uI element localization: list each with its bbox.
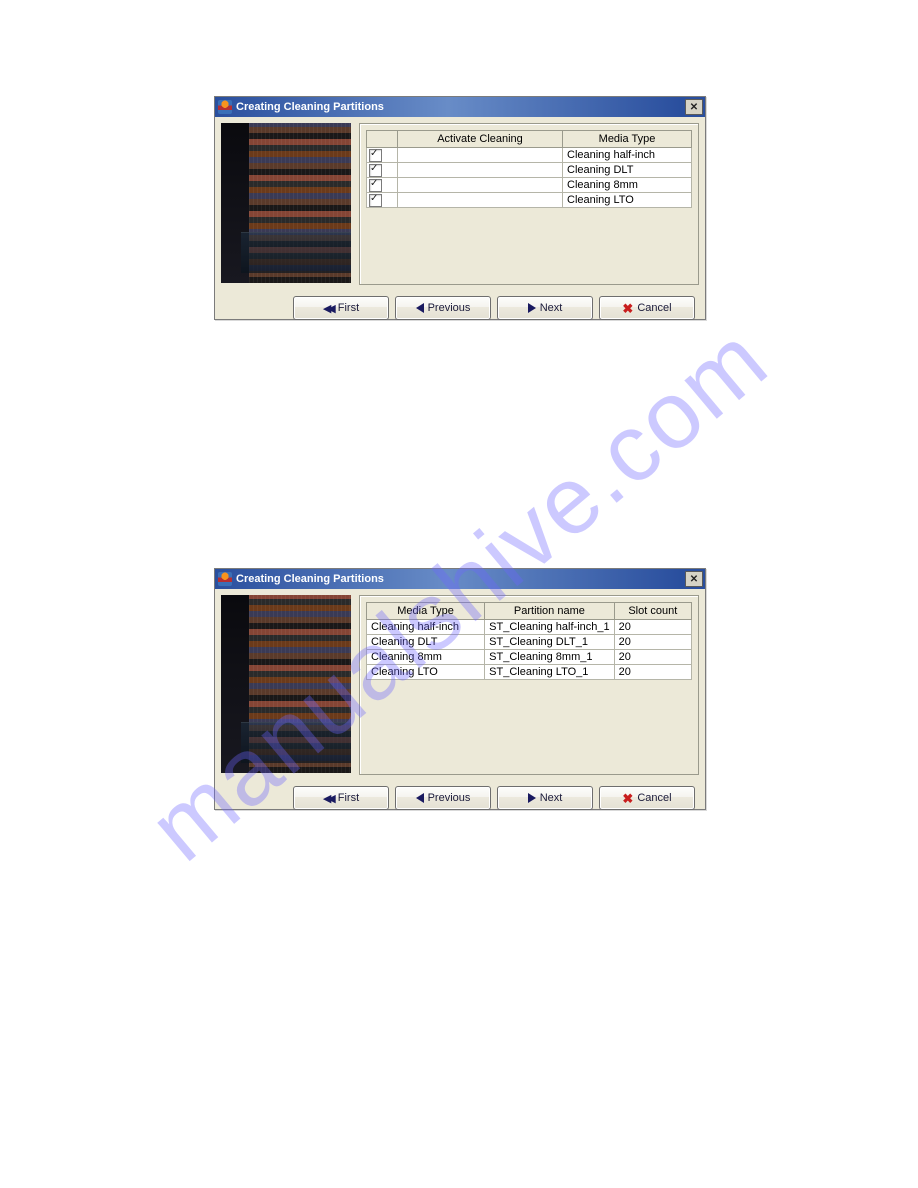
cancel-button[interactable]: ✖ Cancel [599, 296, 695, 320]
col-slot-count: Slot count [614, 603, 691, 620]
close-icon[interactable]: ✕ [685, 99, 703, 115]
titlebar: Creating Cleaning Partitions ✕ [215, 97, 705, 117]
cell-partition: ST_Cleaning 8mm_1 [485, 650, 614, 665]
table-row: Cleaning LTO [367, 193, 692, 208]
button-row: ◀◀ First Previous Next ✖ Cancel [215, 781, 705, 821]
side-image [221, 123, 351, 283]
cell-media: Cleaning half-inch [563, 148, 692, 163]
col-blank [367, 131, 398, 148]
btn-label: Previous [428, 302, 471, 314]
checkbox[interactable] [369, 149, 382, 162]
cell-media: Cleaning LTO [563, 193, 692, 208]
table-row: Cleaning DLT ST_Cleaning DLT_1 20 [367, 635, 692, 650]
cancel-button[interactable]: ✖ Cancel [599, 786, 695, 810]
checkbox[interactable] [369, 164, 382, 177]
titlebar: Creating Cleaning Partitions ✕ [215, 569, 705, 589]
col-media-type: Media Type [367, 603, 485, 620]
btn-label: Cancel [637, 302, 671, 314]
cell-slots: 20 [614, 650, 691, 665]
checkbox[interactable] [369, 179, 382, 192]
table-row: Cleaning DLT [367, 163, 692, 178]
cell-slots: 20 [614, 665, 691, 680]
cell-slots: 20 [614, 635, 691, 650]
dialog-title: Creating Cleaning Partitions [236, 573, 685, 585]
first-icon: ◀◀ [323, 792, 332, 805]
col-media-type: Media Type [563, 131, 692, 148]
next-button[interactable]: Next [497, 296, 593, 320]
first-button[interactable]: ◀◀ First [293, 786, 389, 810]
next-icon [528, 793, 536, 803]
cancel-icon: ✖ [622, 303, 633, 314]
table-row: Cleaning 8mm [367, 178, 692, 193]
checkbox[interactable] [369, 194, 382, 207]
dialog-title: Creating Cleaning Partitions [236, 101, 685, 113]
cleaning-partitions-dialog-2: Creating Cleaning Partitions ✕ Media Typ… [214, 568, 706, 810]
cell-partition: ST_Cleaning half-inch_1 [485, 620, 614, 635]
btn-label: Next [540, 792, 563, 804]
cell-media: Cleaning 8mm [367, 650, 485, 665]
cell-media: Cleaning DLT [367, 635, 485, 650]
previous-button[interactable]: Previous [395, 296, 491, 320]
table-panel: Media Type Partition name Slot count Cle… [359, 595, 699, 775]
button-row: ◀◀ First Previous Next ✖ Cancel [215, 291, 705, 331]
previous-icon [416, 303, 424, 313]
cell-partition: ST_Cleaning LTO_1 [485, 665, 614, 680]
cell-slots: 20 [614, 620, 691, 635]
btn-label: Next [540, 302, 563, 314]
java-icon [218, 572, 232, 586]
table-row: Cleaning LTO ST_Cleaning LTO_1 20 [367, 665, 692, 680]
table-row: Cleaning half-inch ST_Cleaning half-inch… [367, 620, 692, 635]
table-row: Cleaning half-inch [367, 148, 692, 163]
cell-media: Cleaning LTO [367, 665, 485, 680]
table-row: Cleaning 8mm ST_Cleaning 8mm_1 20 [367, 650, 692, 665]
cell-media: Cleaning 8mm [563, 178, 692, 193]
cell-media: Cleaning half-inch [367, 620, 485, 635]
btn-label: First [338, 792, 359, 804]
cell-partition: ST_Cleaning DLT_1 [485, 635, 614, 650]
java-icon [218, 100, 232, 114]
activate-cleaning-table: Activate Cleaning Media Type Cleaning ha… [366, 130, 692, 208]
previous-button[interactable]: Previous [395, 786, 491, 810]
cell-media: Cleaning DLT [563, 163, 692, 178]
cancel-icon: ✖ [622, 793, 633, 804]
col-partition-name: Partition name [485, 603, 614, 620]
table-panel: Activate Cleaning Media Type Cleaning ha… [359, 123, 699, 285]
btn-label: Previous [428, 792, 471, 804]
next-icon [528, 303, 536, 313]
partition-table: Media Type Partition name Slot count Cle… [366, 602, 692, 680]
close-icon[interactable]: ✕ [685, 571, 703, 587]
btn-label: First [338, 302, 359, 314]
side-image [221, 595, 351, 773]
next-button[interactable]: Next [497, 786, 593, 810]
first-button[interactable]: ◀◀ First [293, 296, 389, 320]
first-icon: ◀◀ [323, 302, 332, 315]
col-activate-cleaning: Activate Cleaning [398, 131, 563, 148]
previous-icon [416, 793, 424, 803]
cleaning-partitions-dialog-1: Creating Cleaning Partitions ✕ Activate … [214, 96, 706, 320]
btn-label: Cancel [637, 792, 671, 804]
